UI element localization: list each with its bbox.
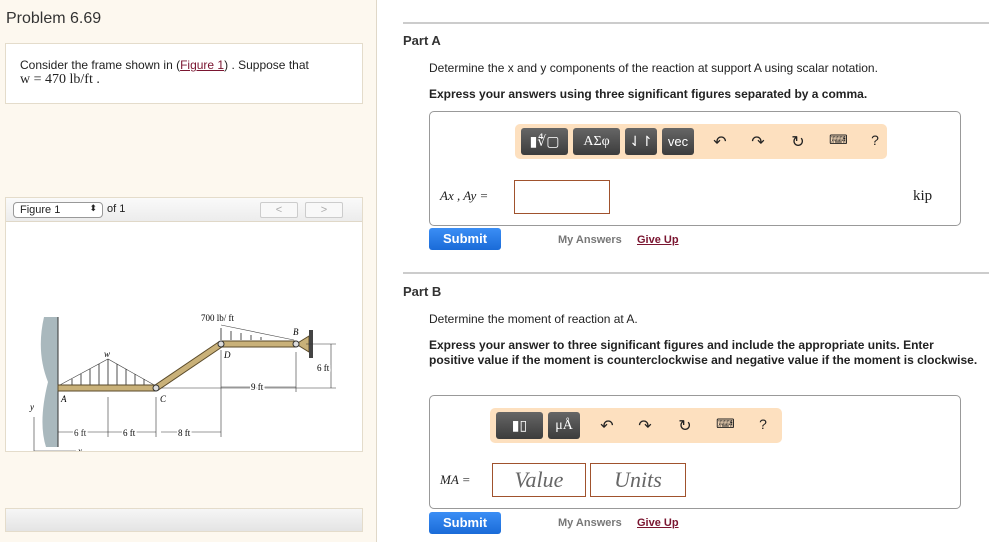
part-a-question: Determine the x and y components of the … <box>429 61 878 75</box>
greek-symbols-button[interactable]: ΑΣφ <box>573 128 620 155</box>
my-answers-link[interactable]: My Answers <box>558 517 622 529</box>
undo-icon[interactable]: ↶ <box>598 416 616 436</box>
figure-bottom-bar <box>5 508 363 532</box>
figure-link[interactable]: Figure 1 <box>180 58 224 72</box>
divider <box>403 22 989 24</box>
member-AC <box>57 384 157 392</box>
problem-text: Consider the frame shown in ( <box>20 58 181 72</box>
problem-title: Problem 6.69 <box>6 10 102 27</box>
wall <box>40 317 58 447</box>
redo-icon[interactable]: ↷ <box>749 132 767 152</box>
vec-button[interactable]: vec <box>662 128 694 155</box>
point-A-label: A <box>60 394 67 404</box>
undo-icon[interactable]: ↶ <box>711 132 729 152</box>
part-b-instruction: Express your answer to three significant… <box>429 338 978 367</box>
templates-button[interactable]: ▮▯ <box>496 412 543 439</box>
answer-label: Ax , Ay = <box>440 188 489 203</box>
next-figure-button[interactable]: > <box>305 202 343 218</box>
value-input[interactable]: Value <box>492 463 586 497</box>
dim-8ft: 8 ft <box>178 428 191 438</box>
part-a-answer-box: ▮∜▢ ΑΣφ ⇃↾ vec ↶ ↷ ↻ ⌨ ? Ax , Ay = kip <box>429 111 961 226</box>
divider <box>403 272 989 274</box>
dim-9ft: 9 ft <box>251 382 264 392</box>
units-toolbar: ▮▯ μÅ ↶ ↷ ↻ ⌨ ? <box>490 408 782 443</box>
problem-statement: Consider the frame shown in (Figure 1) .… <box>5 43 363 104</box>
arrows-button[interactable]: ⇃↾ <box>625 128 657 155</box>
moment-label: MA = <box>440 472 471 487</box>
math-toolbar: ▮∜▢ ΑΣφ ⇃↾ vec ↶ ↷ ↻ ⌨ ? <box>515 124 887 159</box>
figure-select[interactable]: Figure 1 ⬍ <box>13 202 103 218</box>
left-panel: Problem 6.69 Consider the frame shown in… <box>0 0 377 542</box>
part-b-title: Part B <box>403 284 442 299</box>
figure-panel: Figure 1 ⬍ of 1 < > 700 lb/ ft w A B C D… <box>5 197 363 456</box>
y-axis-label: y <box>29 402 34 412</box>
point-C-label: C <box>160 394 167 404</box>
submit-button[interactable]: Submit <box>429 512 501 534</box>
part-a-instruction: Express your answers using three signifi… <box>429 87 868 101</box>
give-up-link[interactable]: Give Up <box>637 234 679 246</box>
dim-6ft-2: 6 ft <box>123 428 136 438</box>
part-a-title: Part A <box>403 33 441 48</box>
point-D-label: D <box>223 350 231 360</box>
submit-button[interactable]: Submit <box>429 228 501 250</box>
updown-icon: ⬍ <box>89 203 97 213</box>
my-answers-link[interactable]: My Answers <box>558 234 622 246</box>
w-label: w <box>104 349 110 359</box>
problem-text-post: ) . Suppose that <box>224 58 309 72</box>
reset-icon[interactable]: ↻ <box>676 416 694 436</box>
prev-figure-button[interactable]: < <box>260 202 298 218</box>
member-DB <box>220 340 297 348</box>
point-B-label: B <box>293 327 299 337</box>
figure-toolbar: Figure 1 ⬍ of 1 < > <box>6 198 362 222</box>
unit-label: kip <box>913 188 933 204</box>
right-panel: Part A Determine the x and y components … <box>378 0 995 542</box>
member-CD <box>154 341 223 391</box>
give-up-link[interactable]: Give Up <box>637 517 679 529</box>
units-button[interactable]: μÅ <box>548 412 580 439</box>
units-input[interactable]: Units <box>590 463 686 497</box>
w-value: w = 470 lb/ft . <box>20 72 100 87</box>
ax-ay-input[interactable] <box>514 180 610 214</box>
keyboard-icon[interactable]: ⌨ <box>716 416 735 432</box>
redo-icon[interactable]: ↷ <box>636 416 654 436</box>
frame-diagram: 700 lb/ ft w A B C D 6 ft 6 ft 8 ft 9 ft… <box>29 313 336 456</box>
part-b-answer-box: ▮▯ μÅ ↶ ↷ ↻ ⌨ ? MA = Value Units <box>429 395 961 509</box>
dim-6ft-vertical: 6 ft <box>317 363 330 373</box>
keyboard-icon[interactable]: ⌨ <box>829 132 848 148</box>
triangular-load <box>57 358 157 387</box>
x-axis-label: x <box>77 446 82 451</box>
help-button[interactable]: ? <box>866 132 884 148</box>
figure-select-value: Figure 1 <box>20 204 61 216</box>
help-button[interactable]: ? <box>754 416 772 432</box>
dim-6ft-1: 6 ft <box>74 428 87 438</box>
templates-button[interactable]: ▮∜▢ <box>521 128 568 155</box>
part-b-question: Determine the moment of reaction at A. <box>429 312 638 326</box>
figure-count: of 1 <box>107 203 126 215</box>
reset-icon[interactable]: ↻ <box>789 132 807 152</box>
load-label: 700 lb/ ft <box>201 313 234 323</box>
